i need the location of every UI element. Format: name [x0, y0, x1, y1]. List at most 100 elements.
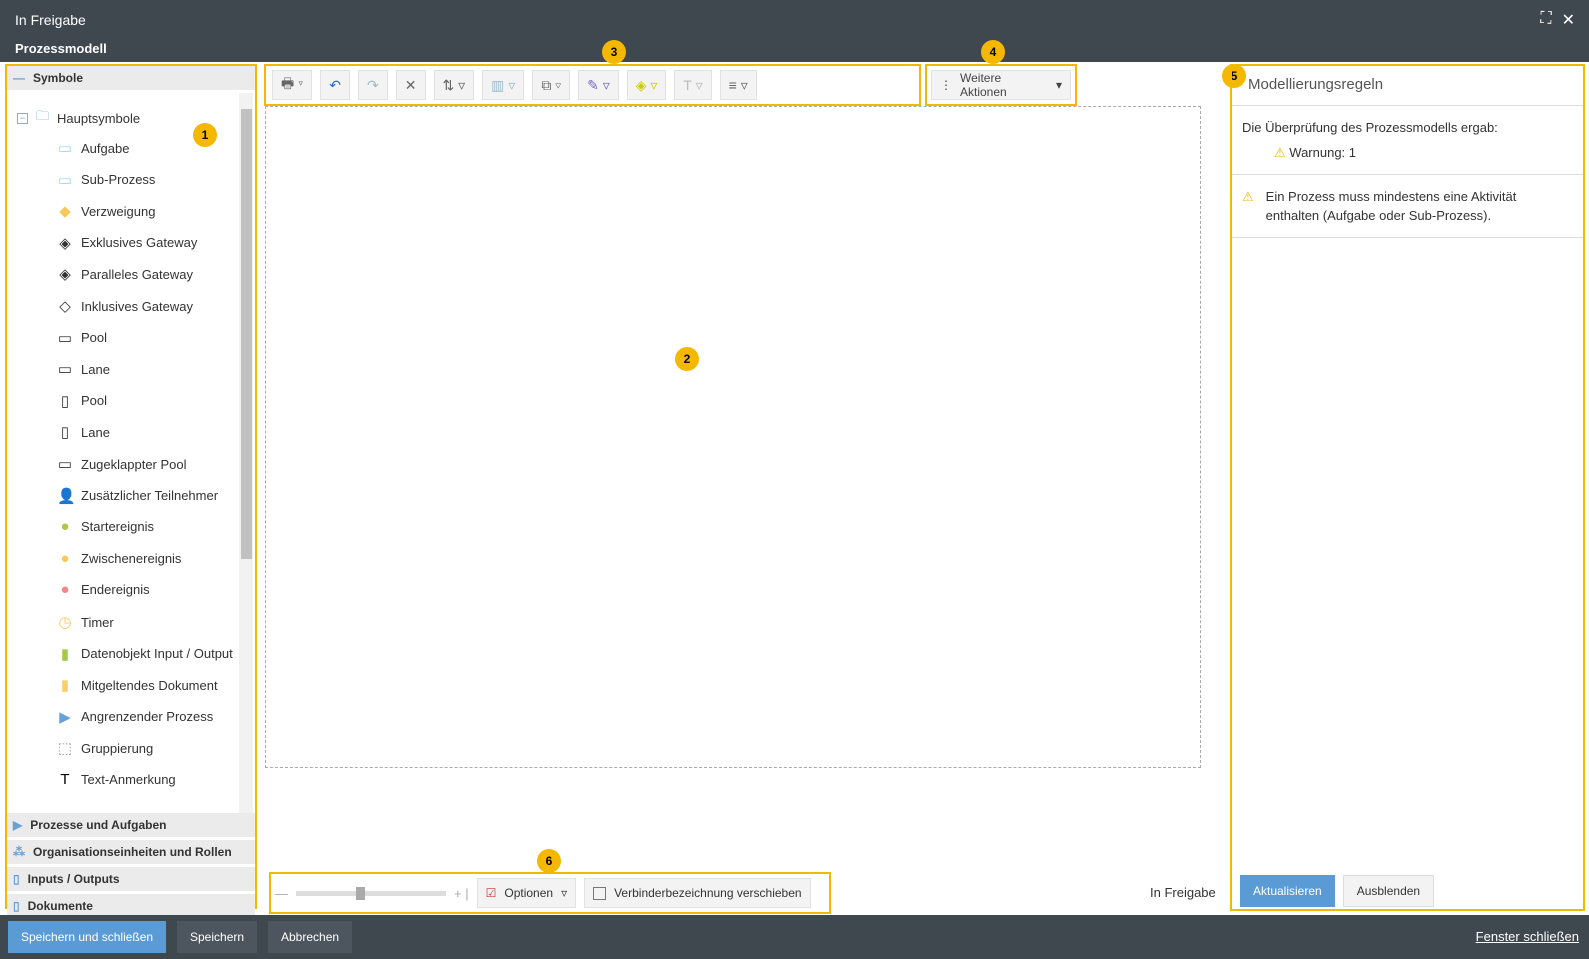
- symbol-item[interactable]: ▭ Pool: [57, 329, 107, 347]
- hide-button[interactable]: Ausblenden: [1342, 875, 1435, 907]
- model-canvas[interactable]: [265, 106, 1201, 768]
- symbol-label: Datenobjekt Input / Output: [81, 646, 233, 662]
- close-window-link[interactable]: Fenster schließen: [1476, 929, 1579, 944]
- symbol-label: Paralleles Gateway: [81, 266, 193, 282]
- align-button[interactable]: ≡ ▿: [719, 70, 757, 100]
- org-chart-icon: ⁂: [13, 845, 25, 859]
- section-header[interactable]: ⁂ Organisationseinheiten und Rollen: [7, 840, 255, 864]
- symbol-item[interactable]: ● Startereignis: [57, 518, 154, 535]
- symbol-item[interactable]: ◆ Verzweigung: [57, 202, 155, 220]
- delete-button[interactable]: ✕: [395, 70, 426, 100]
- symbol-label: Zugeklappter Pool: [81, 456, 187, 472]
- symbol-item[interactable]: ▮ Datenobjekt Input / Output: [57, 645, 233, 663]
- collapse-box-icon: −: [17, 112, 28, 124]
- layout-button[interactable]: ▥ ▿: [482, 70, 525, 100]
- zoom-in-icon[interactable]: + |: [454, 886, 469, 901]
- toolbar: 🖶 ▿ ↶ ↷ ✕ ⇅ ▿ ▥ ▿ ⧉ ▿ ✎ ▿ ◈ ▿ T ▿ ≡ ▿: [264, 64, 921, 106]
- move-label-checkbox[interactable]: Verbinderbezeichnung verschieben: [584, 878, 811, 908]
- arrange-button[interactable]: ⧉ ▿: [532, 70, 571, 100]
- symbol-label: Aufgabe: [81, 140, 130, 156]
- connector-button[interactable]: ⇅ ▿: [433, 70, 475, 100]
- start-event-icon: ●: [60, 518, 70, 536]
- zoom-slider-thumb[interactable]: [356, 886, 365, 900]
- lane-vertical-icon: ▯: [60, 424, 70, 442]
- symbol-item[interactable]: ● Zwischenereignis: [57, 550, 181, 567]
- symbol-item[interactable]: T Text-Anmerkung: [57, 771, 176, 788]
- footer: Speichern und schließen Speichern Abbrec…: [0, 915, 1589, 959]
- symbol-label: Angrenzender Prozess: [81, 709, 214, 725]
- symbol-item[interactable]: ● Endereignis: [57, 581, 149, 598]
- rules-panel: Modellierungsregeln Die Überprüfung des …: [1230, 64, 1585, 911]
- fill-color-button[interactable]: ◈ ▿: [626, 70, 667, 100]
- symbol-item[interactable]: ▭ Aufgabe: [57, 139, 130, 157]
- warning-icon: ⚠: [1274, 145, 1286, 160]
- lane-icon: ▭: [57, 361, 73, 379]
- window-subtitle: Prozessmodell: [15, 41, 107, 56]
- symbol-item[interactable]: ◈ Exklusives Gateway: [57, 234, 197, 252]
- symbol-label: Exklusives Gateway: [81, 235, 198, 251]
- close-icon[interactable]: ✕: [1562, 10, 1575, 30]
- maximize-icon[interactable]: ⛶: [1540, 10, 1551, 30]
- symbol-label: Sub-Prozess: [81, 172, 156, 188]
- redo-button[interactable]: ↷: [358, 70, 388, 100]
- intermediate-event-icon: ●: [60, 549, 70, 567]
- symbol-tree: − 🗀 Hauptsymbole ▭ Aufgabe ▭ Sub-Prozess ◆ Verz…: [7, 93, 255, 813]
- symbol-item[interactable]: ◈ Paralleles Gateway: [57, 265, 193, 283]
- symbol-item[interactable]: ◇ Inklusives Gateway: [57, 297, 193, 315]
- symbol-item[interactable]: ▭ Zugeklappter Pool: [57, 455, 187, 473]
- symbol-item[interactable]: 👤 Zusätzlicher Teilnehmer: [57, 487, 218, 505]
- symbol-item[interactable]: ▮ Mitgeltendes Dokument: [57, 676, 218, 694]
- subprocess-icon: ▭: [57, 171, 73, 189]
- scrollbar[interactable]: [239, 93, 253, 813]
- options-button[interactable]: ☑ Optionen ▿: [476, 878, 577, 908]
- line-color-button[interactable]: ✎ ▿: [578, 70, 619, 100]
- group-icon: ⬚: [57, 740, 73, 758]
- inclusive-gateway-icon: ◇: [59, 298, 71, 315]
- refresh-button[interactable]: Aktualisieren: [1240, 875, 1335, 907]
- section-header[interactable]: ▯ Inputs / Outputs: [7, 867, 255, 891]
- save-close-button[interactable]: Speichern und schließen: [8, 921, 167, 953]
- collapse-icon: —: [13, 71, 25, 85]
- data-object-icon: ▮: [60, 645, 70, 663]
- window-title: In Freigabe: [15, 12, 86, 28]
- scroll-thumb[interactable]: [241, 109, 252, 559]
- symbol-label: Zusätzlicher Teilnehmer: [81, 488, 219, 504]
- symbol-label: Startereignis: [81, 519, 154, 535]
- text-format-button[interactable]: T ▿: [674, 70, 712, 100]
- section-header[interactable]: ▶ Prozesse und Aufgaben: [7, 813, 255, 837]
- symbol-item[interactable]: ⬚ Gruppierung: [57, 739, 153, 757]
- symbol-item[interactable]: ◷ Timer: [57, 613, 113, 631]
- undo-button[interactable]: ↶: [320, 70, 351, 100]
- tree-group[interactable]: − 🗀 Hauptsymbole: [17, 107, 140, 129]
- symbol-item[interactable]: ▭ Lane: [57, 360, 110, 378]
- badge: 6: [537, 849, 561, 873]
- print-button[interactable]: 🖶 ▿: [272, 70, 313, 100]
- exclusive-gateway-icon: ◈: [59, 234, 71, 252]
- symbol-label: Gruppierung: [81, 740, 154, 756]
- save-button[interactable]: Speichern: [177, 921, 258, 953]
- rule-message: Ein Prozess muss mindestens eine Aktivit…: [1265, 189, 1517, 223]
- symbol-item[interactable]: ▶ Angrenzender Prozess: [57, 708, 213, 726]
- symbol-label: Text-Anmerkung: [81, 772, 176, 787]
- decision-icon: ◆: [59, 203, 71, 221]
- symbol-item[interactable]: ▭ Sub-Prozess: [57, 171, 156, 189]
- more-actions-button[interactable]: ⋮ Weitere Aktionen ▾: [931, 70, 1071, 100]
- pool-icon: ▭: [57, 329, 73, 347]
- symbol-label: Lane: [81, 424, 110, 440]
- rules-title: Modellierungsregeln: [1232, 66, 1583, 106]
- symbol-item[interactable]: ▯ Lane: [57, 423, 110, 441]
- section-symbole[interactable]: — Symbole: [7, 66, 255, 90]
- collapsed-pool-icon: ▭: [57, 456, 73, 473]
- cancel-button[interactable]: Abbrechen: [268, 921, 353, 953]
- zoom-slider[interactable]: [296, 886, 446, 900]
- file-icon: ▯: [13, 872, 20, 886]
- symbol-label: Inklusives Gateway: [81, 298, 193, 314]
- adjacent-process-icon: ▶: [59, 708, 71, 726]
- checkbox-icon: [593, 886, 607, 900]
- text-annotation-icon: T: [60, 771, 70, 788]
- zoom-out-icon[interactable]: —: [275, 886, 288, 901]
- file-icon: ▯: [13, 899, 20, 913]
- symbol-label: Pool: [81, 330, 108, 346]
- symbol-item[interactable]: ▯ Pool: [57, 392, 107, 410]
- symbol-label: Verzweigung: [81, 203, 156, 219]
